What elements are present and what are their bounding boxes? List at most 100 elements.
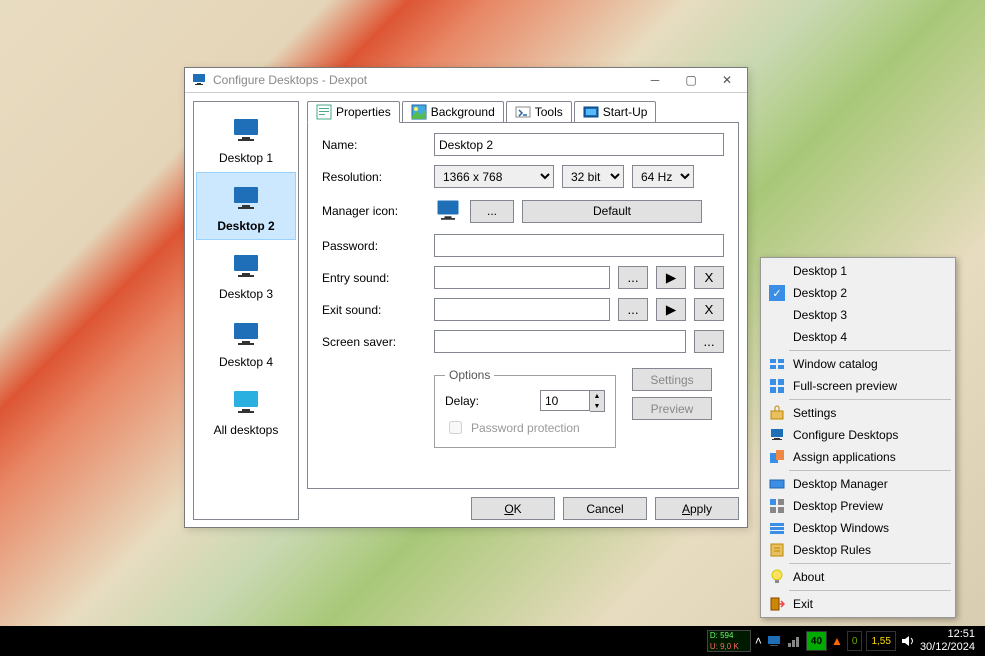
tray-chevron-icon[interactable]: ˄	[755, 634, 762, 648]
resolution-label: Resolution:	[322, 170, 426, 184]
name-input[interactable]	[434, 133, 724, 156]
password-protection-label: Password protection	[471, 421, 580, 435]
menu-desktop-windows[interactable]: Desktop Windows	[763, 517, 953, 539]
properties-panel: Name: Resolution: 1366 x 768 32 bit 64 H…	[307, 122, 739, 489]
minimize-button[interactable]: ─	[637, 70, 673, 90]
screensaver-label: Screen saver:	[322, 335, 426, 349]
settings-icon	[769, 405, 785, 421]
screensaver-preview-button: Preview	[632, 397, 712, 420]
close-button[interactable]: ✕	[709, 70, 745, 90]
menu-desktop-4[interactable]: Desktop 4	[763, 326, 953, 348]
desktop-item-label: All desktops	[214, 423, 279, 437]
menu-configure-desktops[interactable]: Configure Desktops	[763, 424, 953, 446]
tray-context-menu: Desktop 1 ✓Desktop 2 Desktop 3 Desktop 4…	[760, 257, 956, 618]
tab-background[interactable]: Background	[402, 101, 504, 123]
menu-desktop-rules[interactable]: Desktop Rules	[763, 539, 953, 561]
desktop-item-label: Desktop 3	[219, 287, 273, 301]
menu-window-catalog[interactable]: Window catalog	[763, 353, 953, 375]
desktop-list-item[interactable]: All desktops	[196, 376, 296, 444]
configure-icon	[769, 427, 785, 443]
tray-clock[interactable]: 12:51 30/12/2024	[920, 628, 979, 654]
colordepth-select[interactable]: 32 bit	[562, 165, 624, 188]
exit-icon	[769, 596, 785, 612]
desktop-list-item[interactable]: Desktop 1	[196, 104, 296, 172]
lightbulb-icon	[769, 569, 785, 585]
preview-icon	[769, 498, 785, 514]
tab-startup[interactable]: Start-Up	[574, 101, 657, 123]
tray-dexpot-icon[interactable]	[766, 633, 782, 649]
menu-desktop-2[interactable]: ✓Desktop 2	[763, 282, 953, 304]
menu-settings[interactable]: Settings	[763, 402, 953, 424]
manager-icon-preview	[434, 197, 462, 225]
entry-sound-play-button[interactable]: ▶	[656, 266, 686, 289]
delay-input[interactable]	[540, 390, 590, 411]
network-monitor[interactable]: D: 594 U: 9,0 K	[707, 630, 751, 652]
entry-sound-clear-button[interactable]: X	[694, 266, 724, 289]
desktop-item-label: Desktop 1	[219, 151, 273, 165]
monitor-icon	[230, 387, 262, 419]
password-input[interactable]	[434, 234, 724, 257]
rules-icon	[769, 542, 785, 558]
tray-indicator-0[interactable]: 0	[847, 631, 863, 651]
manager-icon-default-button[interactable]: Default	[522, 200, 702, 223]
screensaver-options-group: Options Delay: ▲▼ Password protection	[434, 368, 616, 448]
desktop-list: Desktop 1 Desktop 2 Desktop 3 Desktop 4 All …	[193, 101, 299, 520]
app-icon	[191, 72, 207, 88]
titlebar[interactable]: Configure Desktops - Dexpot ─ ▢ ✕	[185, 68, 747, 93]
tray-indicator-40[interactable]: 40	[806, 631, 827, 651]
monitor-icon	[230, 319, 262, 351]
menu-exit[interactable]: Exit	[763, 593, 953, 615]
entry-sound-input[interactable]	[434, 266, 610, 289]
screensaver-input[interactable]	[434, 330, 686, 353]
tab-properties[interactable]: Properties	[307, 101, 400, 123]
windows-icon	[769, 520, 785, 536]
monitor-icon	[230, 251, 262, 283]
cancel-button[interactable]: Cancel	[563, 497, 647, 520]
configure-desktops-window: Configure Desktops - Dexpot ─ ▢ ✕ Deskto…	[184, 67, 748, 528]
menu-about[interactable]: About	[763, 566, 953, 588]
menu-desktop-1[interactable]: Desktop 1	[763, 260, 953, 282]
exit-sound-play-button[interactable]: ▶	[656, 298, 686, 321]
screensaver-browse-button[interactable]: ...	[694, 330, 724, 353]
desktop-item-label: Desktop 4	[219, 355, 273, 369]
menu-desktop-manager[interactable]: Desktop Manager	[763, 473, 953, 495]
tray-volume-icon[interactable]	[900, 633, 916, 649]
tabs-row: Properties Background Tools Start-Up	[307, 101, 739, 123]
exit-sound-browse-button[interactable]: ...	[618, 298, 648, 321]
monitor-icon	[230, 115, 262, 147]
menu-desktop-3[interactable]: Desktop 3	[763, 304, 953, 326]
menu-desktop-preview[interactable]: Desktop Preview	[763, 495, 953, 517]
delay-spinner[interactable]: ▲▼	[540, 390, 605, 412]
desktop-list-item[interactable]: Desktop 2	[196, 172, 296, 240]
refresh-select[interactable]: 64 Hz	[632, 165, 694, 188]
fullscreen-icon	[769, 378, 785, 394]
apply-button[interactable]: Apply	[655, 497, 739, 520]
menu-assign-applications[interactable]: Assign applications	[763, 446, 953, 468]
tray-network-icon[interactable]	[786, 633, 802, 649]
taskbar[interactable]: D: 594 U: 9,0 K ˄ 40 ▲ 0 1,55 12:51 30/1…	[0, 626, 985, 656]
desktop-list-item[interactable]: Desktop 3	[196, 240, 296, 308]
delay-down-button[interactable]: ▼	[590, 401, 604, 411]
delay-up-button[interactable]: ▲	[590, 391, 604, 401]
tab-tools[interactable]: Tools	[506, 101, 572, 123]
password-label: Password:	[322, 239, 426, 253]
manager-icon-label: Manager icon:	[322, 204, 426, 218]
assign-icon	[769, 449, 785, 465]
exit-sound-clear-button[interactable]: X	[694, 298, 724, 321]
manager-icon-browse-button[interactable]: ...	[470, 200, 514, 223]
manager-icon	[769, 476, 785, 492]
catalog-icon	[769, 356, 785, 372]
tray-battery-indicator[interactable]: 1,55	[866, 631, 895, 651]
desktop-item-label: Desktop 2	[217, 219, 274, 233]
maximize-button[interactable]: ▢	[673, 70, 709, 90]
exit-sound-input[interactable]	[434, 298, 610, 321]
desktop-list-item[interactable]: Desktop 4	[196, 308, 296, 376]
delay-label: Delay:	[445, 394, 530, 408]
check-icon: ✓	[769, 285, 785, 301]
resolution-select[interactable]: 1366 x 768	[434, 165, 554, 188]
entry-sound-browse-button[interactable]: ...	[618, 266, 648, 289]
ok-button[interactable]: OK	[471, 497, 555, 520]
menu-fullscreen-preview[interactable]: Full-screen preview	[763, 375, 953, 397]
tray-flame-icon[interactable]: ▲	[831, 634, 843, 648]
system-tray: D: 594 U: 9,0 K ˄ 40 ▲ 0 1,55 12:51 30/1…	[701, 626, 985, 656]
